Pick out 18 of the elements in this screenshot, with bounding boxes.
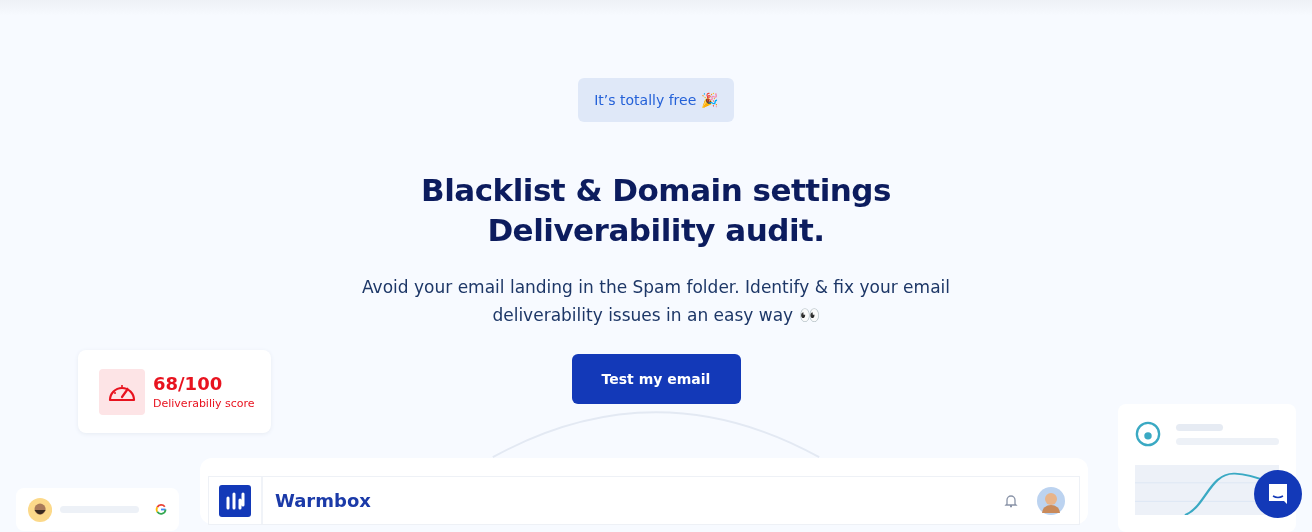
placeholder-line (1176, 423, 1223, 431)
gauge-icon (99, 368, 145, 415)
target-icon (1135, 420, 1161, 448)
heading: Deliverability audit. (487, 211, 825, 250)
subtitle: Avoid your email landing in the Spam folder. Identify & fix your email (362, 276, 950, 299)
avatar-icon (28, 496, 53, 523)
heading: Blacklist & Domain settings (421, 171, 891, 210)
free-badge: It’s totally free 🎉 (578, 78, 734, 122)
score-value: 68/100 (153, 373, 224, 394)
avatar-icon[interactable] (1037, 486, 1065, 515)
brand-name: Warmbox (275, 490, 372, 511)
logo-icon (219, 485, 251, 517)
bell-icon[interactable] (1003, 492, 1019, 509)
score-label: Deliverabiliy score (153, 397, 255, 410)
subtitle: deliverability issues in an easy way 👀 (492, 304, 820, 327)
chat-button[interactable] (1254, 470, 1302, 518)
google-icon (154, 503, 167, 516)
test-email-button[interactable]: Test my email (571, 354, 741, 404)
